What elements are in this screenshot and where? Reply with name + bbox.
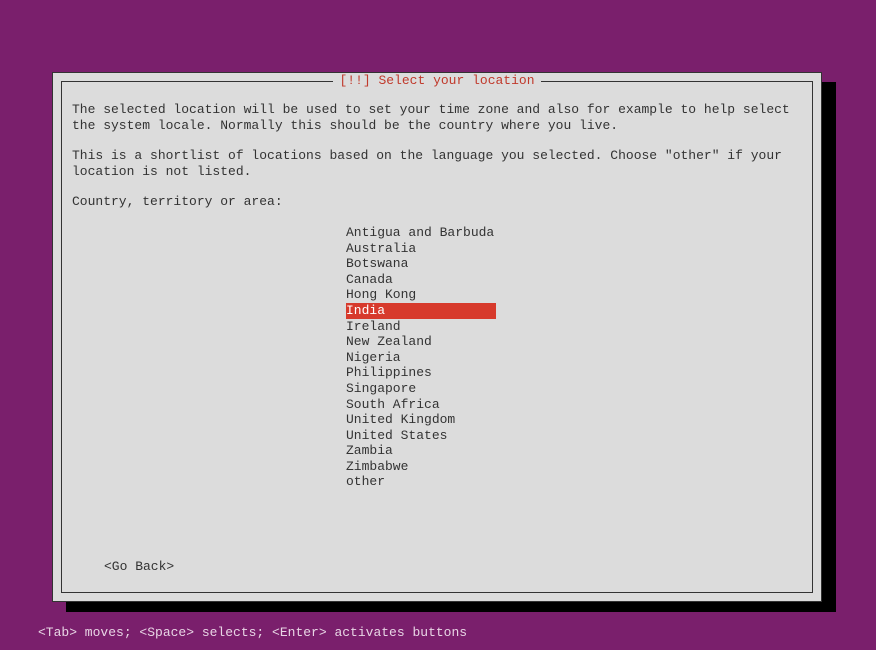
dialog-content: The selected location will be used to se… [62,82,812,500]
dialog-title-wrap: [!!] Select your location [62,73,812,88]
field-prompt: Country, territory or area: [72,194,802,210]
location-item[interactable]: Antigua and Barbuda [346,225,496,241]
location-item[interactable]: Hong Kong [346,287,496,303]
instruction-text-1: The selected location will be used to se… [72,102,802,133]
footer-hint: <Tab> moves; <Space> selects; <Enter> ac… [38,625,467,640]
location-list[interactable]: Antigua and BarbudaAustraliaBotswanaCana… [72,225,802,490]
location-item[interactable]: Zimbabwe [346,459,496,475]
location-item[interactable]: Australia [346,241,496,257]
location-item[interactable]: New Zealand [346,334,496,350]
go-back-button[interactable]: <Go Back> [104,559,174,574]
location-dialog: [!!] Select your location The selected l… [52,72,822,602]
location-item[interactable]: Botswana [346,256,496,272]
dialog-title: [!!] Select your location [333,73,540,88]
location-item[interactable]: Canada [346,272,496,288]
dialog-border: [!!] Select your location The selected l… [61,81,813,593]
location-item[interactable]: India [346,303,496,319]
location-item[interactable]: Philippines [346,365,496,381]
location-item[interactable]: Ireland [346,319,496,335]
location-item[interactable]: United Kingdom [346,412,496,428]
location-item[interactable]: Nigeria [346,350,496,366]
instruction-text-2: This is a shortlist of locations based o… [72,148,802,179]
location-item[interactable]: Zambia [346,443,496,459]
location-item[interactable]: United States [346,428,496,444]
location-item[interactable]: South Africa [346,397,496,413]
location-item[interactable]: other [346,474,496,490]
location-item[interactable]: Singapore [346,381,496,397]
